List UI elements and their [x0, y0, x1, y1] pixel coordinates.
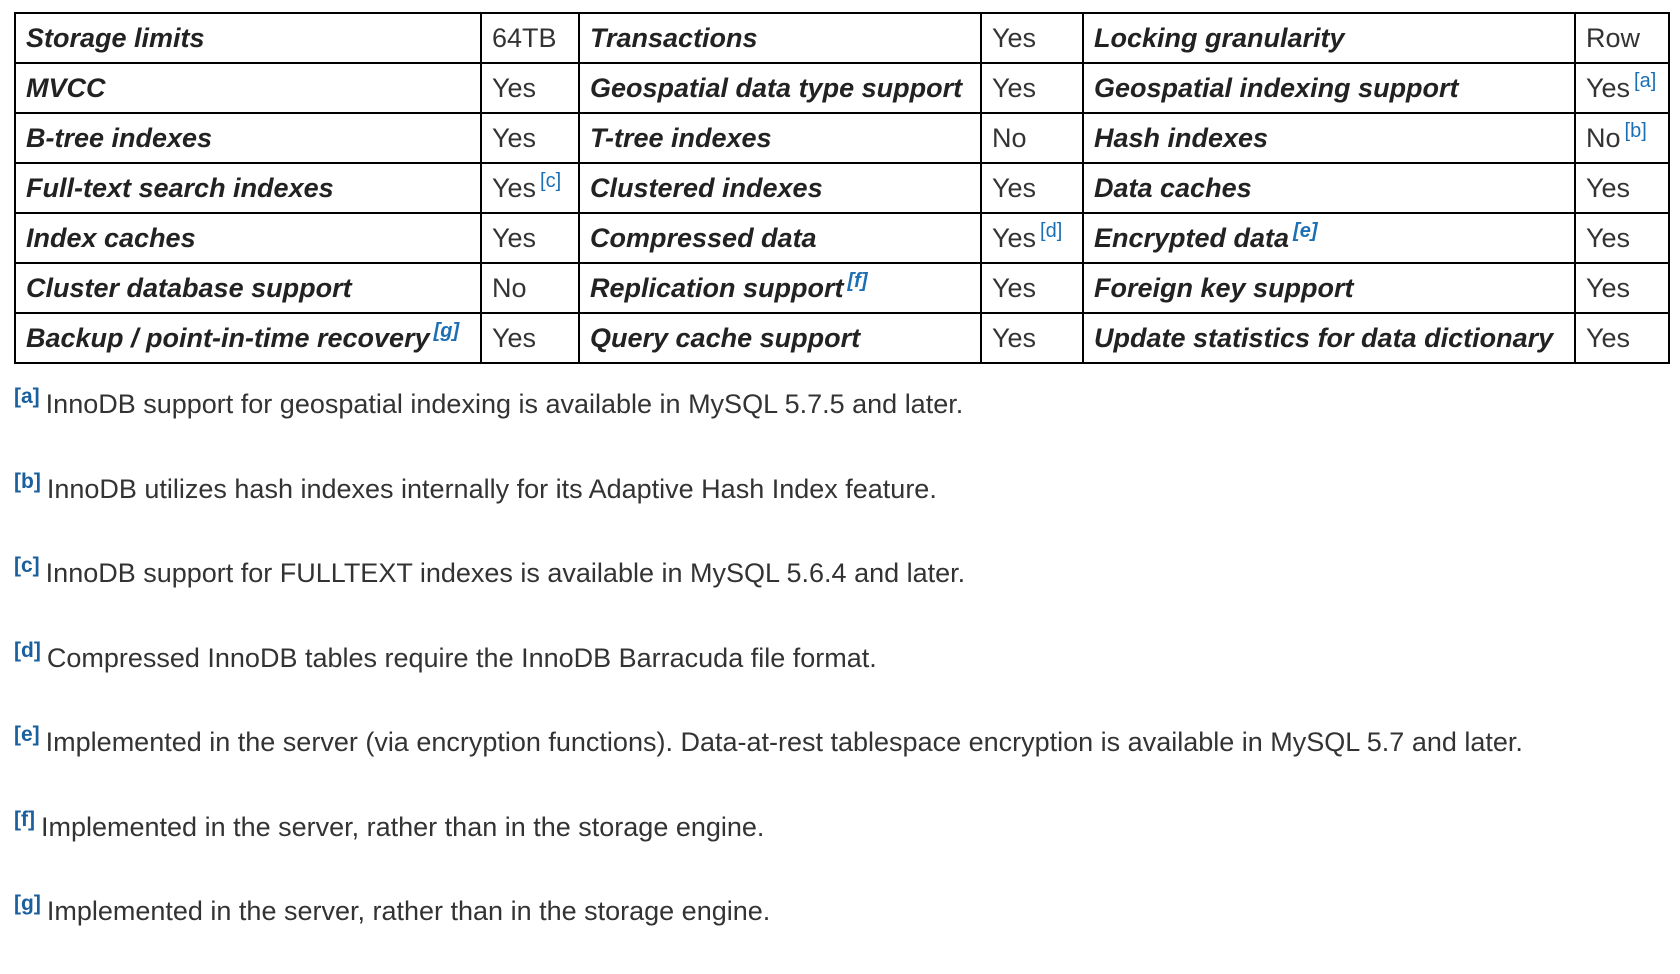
- storage-engine-features: Storage limits 64TB Transactions Yes Loc…: [14, 12, 1670, 974]
- feature-value-cell: Yes: [1574, 162, 1670, 214]
- footnote-text: Implemented in the server (via encryptio…: [45, 727, 1523, 757]
- footnote-backlink-g[interactable]: [g]: [14, 892, 41, 915]
- footnote-text: Implemented in the server, rather than i…: [40, 811, 765, 842]
- feature-value-cell: Yes [c]: [480, 162, 580, 214]
- feature-name-cell: Locking granularity: [1082, 12, 1576, 64]
- feature-value-cell: Yes: [980, 312, 1084, 364]
- feature-name-cell: Clustered indexes: [578, 162, 982, 214]
- feature-name-cell: Storage limits: [14, 12, 482, 64]
- footnote-text: Compressed InnoDB tables require the Inn…: [46, 642, 877, 673]
- footnote-link-g[interactable]: [g]: [434, 320, 460, 342]
- table-row: Backup / point-in-time recovery [g] Yes Q…: [14, 312, 1670, 364]
- table-row: B-tree indexes Yes T-tree indexes No Has…: [14, 112, 1670, 164]
- footnote-text: Implemented in the server, rather than i…: [46, 896, 771, 926]
- feature-name-cell: T-tree indexes: [578, 112, 982, 164]
- footnotes-list: [a] InnoDB support for geospatial indexin…: [14, 382, 1668, 974]
- table-row: Full-text search indexes Yes [c] Clustere…: [14, 162, 1670, 214]
- feature-value-cell: Yes: [980, 12, 1084, 64]
- feature-name-cell: Update statistics for data dictionary: [1082, 312, 1576, 364]
- feature-name-cell: Geospatial indexing support: [1082, 62, 1576, 114]
- feature-name-cell: MVCC: [14, 62, 482, 114]
- footnote-c: [c] InnoDB support for FULLTEXT indexes i…: [14, 551, 1668, 636]
- feature-value-cell: Yes: [980, 262, 1084, 314]
- feature-name-cell: Geospatial data type support: [578, 62, 982, 114]
- feature-name-cell: Replication support [f]: [578, 262, 982, 314]
- feature-value-cell: No: [980, 112, 1084, 164]
- footnote-g: [g] Implemented in the server, rather tha…: [14, 889, 1668, 974]
- footnote-link-b[interactable]: [b]: [1625, 120, 1647, 142]
- feature-name-cell: Full-text search indexes: [14, 162, 482, 214]
- footnote-a: [a] InnoDB support for geospatial indexin…: [14, 382, 1668, 467]
- feature-value-cell: Yes: [480, 212, 580, 264]
- feature-value-cell: Yes: [1574, 262, 1670, 314]
- footnote-backlink-d[interactable]: [d]: [14, 639, 41, 662]
- footnote-backlink-c[interactable]: [c]: [14, 554, 40, 577]
- table-row: MVCC Yes Geospatial data type support Ye…: [14, 62, 1670, 114]
- footnote-text: InnoDB support for FULLTEXT indexes is a…: [45, 558, 966, 588]
- footnote-e: [e] Implemented in the server (via encryp…: [14, 720, 1668, 805]
- feature-name-cell: Query cache support: [578, 312, 982, 364]
- footnote-text: InnoDB support for geospatial indexing i…: [45, 389, 964, 419]
- feature-value-cell: Yes: [480, 112, 580, 164]
- footnote-backlink-a[interactable]: [a]: [14, 385, 40, 408]
- footnote-f: [f] Implemented in the server, rather tha…: [14, 805, 1668, 890]
- feature-name-cell: Hash indexes: [1082, 112, 1576, 164]
- feature-name-cell: Data caches: [1082, 162, 1576, 214]
- footnote-link-a[interactable]: [a]: [1634, 70, 1656, 92]
- feature-name-cell: Encrypted data [e]: [1082, 212, 1576, 264]
- feature-value-cell: Yes [d]: [980, 212, 1084, 264]
- feature-value-cell: Yes [a]: [1574, 62, 1670, 114]
- table-row: Storage limits 64TB Transactions Yes Loc…: [14, 12, 1670, 64]
- feature-value-cell: No [b]: [1574, 112, 1670, 164]
- features-table: Storage limits 64TB Transactions Yes Loc…: [14, 12, 1670, 364]
- table-row: Cluster database support No Replication …: [14, 262, 1670, 314]
- feature-name-cell: Index caches: [14, 212, 482, 264]
- feature-name-cell: Backup / point-in-time recovery [g]: [14, 312, 482, 364]
- footnote-backlink-b[interactable]: [b]: [14, 470, 41, 493]
- footnote-link-c[interactable]: [c]: [540, 170, 561, 192]
- footnote-link-e[interactable]: [e]: [1293, 220, 1317, 242]
- footnote-d: [d] Compressed InnoDB tables require the …: [14, 636, 1668, 721]
- feature-value-cell: Row: [1574, 12, 1670, 64]
- footnote-backlink-e[interactable]: [e]: [14, 723, 40, 746]
- footnote-link-d[interactable]: [d]: [1040, 220, 1062, 242]
- feature-value-cell: Yes: [480, 312, 580, 364]
- feature-name-cell: Foreign key support: [1082, 262, 1576, 314]
- feature-value-cell: Yes: [1574, 212, 1670, 264]
- feature-name-cell: Cluster database support: [14, 262, 482, 314]
- footnote-backlink-f[interactable]: [f]: [14, 808, 35, 831]
- table-row: Index caches Yes Compressed data Yes [d] …: [14, 212, 1670, 264]
- feature-value-cell: Yes: [980, 62, 1084, 114]
- feature-value-cell: 64TB: [480, 12, 580, 64]
- footnote-b: [b] InnoDB utilizes hash indexes internal…: [14, 467, 1668, 552]
- footnote-text: InnoDB utilizes hash indexes internally …: [46, 473, 937, 504]
- feature-name-cell: Transactions: [578, 12, 982, 64]
- feature-value-cell: Yes: [1574, 312, 1670, 364]
- feature-name-cell: B-tree indexes: [14, 112, 482, 164]
- feature-value-cell: Yes: [480, 62, 580, 114]
- feature-value-cell: No: [480, 262, 580, 314]
- footnote-link-f[interactable]: [f]: [848, 270, 868, 292]
- feature-value-cell: Yes: [980, 162, 1084, 214]
- feature-name-cell: Compressed data: [578, 212, 982, 264]
